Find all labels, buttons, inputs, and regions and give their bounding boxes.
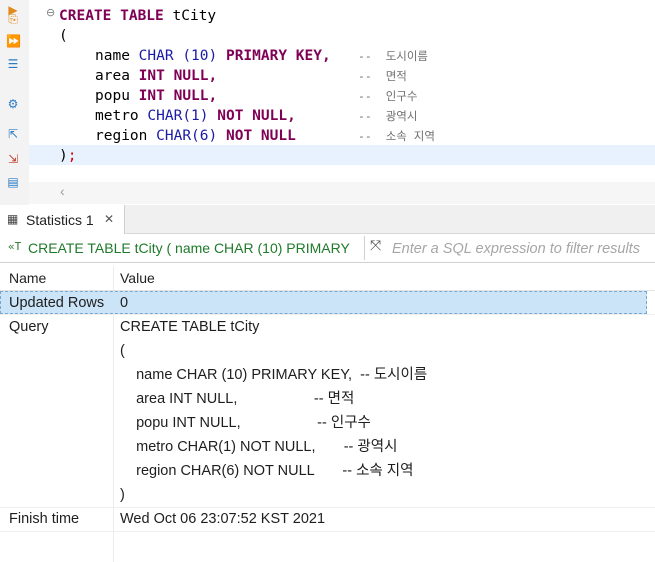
code-comment: -- 도시이름 xyxy=(358,49,429,63)
keyword: CREATE TABLE xyxy=(59,8,164,24)
header-value[interactable]: Value xyxy=(120,266,155,290)
cell-name-query[interactable]: Query xyxy=(9,317,49,337)
cell-value-finish-time[interactable]: Wed Oct 06 23:07:52 KST 2021 xyxy=(120,509,325,529)
column-constraint: NULL, xyxy=(173,68,218,84)
cell-name-finish-time[interactable]: Finish time xyxy=(9,509,79,529)
column-type: CHAR xyxy=(147,108,183,124)
cell-name-updated-rows[interactable]: Updated Rows xyxy=(9,293,104,313)
divider xyxy=(0,531,655,532)
format-icon[interactable]: ▤ xyxy=(6,175,20,189)
column-constraint: NOT NULL, xyxy=(217,108,296,124)
query-line: ( xyxy=(120,343,125,359)
header-name[interactable]: Name xyxy=(9,266,46,290)
code-comment: -- 인구수 xyxy=(358,89,418,103)
close-icon[interactable]: ✕ xyxy=(104,212,114,226)
column-constraint: NULL, xyxy=(173,88,218,104)
query-line: CREATE TABLE tCity xyxy=(120,319,260,335)
settings-icon[interactable]: ⚙ xyxy=(6,97,20,111)
query-line: metro CHAR(1) NOT NULL, -- 광역시 xyxy=(120,439,398,455)
query-line: area INT NULL, -- 면적 xyxy=(120,391,355,407)
query-line: popu INT NULL, -- 인구수 xyxy=(120,415,371,431)
explain-icon[interactable]: ☰ xyxy=(6,57,20,71)
import-icon[interactable]: ⇲ xyxy=(6,152,20,166)
column-type: CHAR xyxy=(156,128,192,144)
query-line: region CHAR(6) NOT NULL -- 소속 지역 xyxy=(120,463,414,479)
statistics-icon: ▦ xyxy=(7,212,19,226)
type-arg: (1) xyxy=(182,108,209,124)
code-line-open-paren: ( xyxy=(59,28,68,44)
tab-label: Statistics 1 xyxy=(26,212,94,228)
filter-query-text[interactable]: CREATE TABLE tCity ( name CHAR (10) PRIM… xyxy=(28,240,350,256)
column-constraint: NOT NULL xyxy=(225,128,296,144)
column-constraint: PRIMARY KEY, xyxy=(225,48,331,64)
column-name: area xyxy=(95,68,130,84)
code-line-popu: popu INT NULL, xyxy=(95,86,217,106)
column-name: name xyxy=(95,48,130,64)
editor-toolbar: ▶ ⎘ ⏩ ☰ ⚙ ⇱ ⇲ ▤ xyxy=(0,0,29,205)
code-line-name: name CHAR (10) PRIMARY KEY, xyxy=(95,46,331,66)
divider xyxy=(364,236,365,260)
column-name: metro xyxy=(95,108,139,124)
divider xyxy=(0,507,655,508)
code-line-create: CREATE TABLE tCity xyxy=(59,6,216,26)
code-comment: -- 면적 xyxy=(358,69,407,83)
query-line: name CHAR (10) PRIMARY KEY, -- 도시이름 xyxy=(120,367,428,383)
run-script-icon[interactable]: ⏩ xyxy=(6,34,21,48)
code-comment: -- 광역시 xyxy=(358,109,418,123)
column-name: region xyxy=(95,128,148,144)
type-arg: (6) xyxy=(191,128,218,144)
semicolon: ; xyxy=(67,148,77,164)
sql-file-icon[interactable]: ⎘ xyxy=(6,12,20,26)
code-line-area: area INT NULL, xyxy=(95,66,217,86)
column-type: INT xyxy=(138,68,165,84)
column-type: INT xyxy=(138,88,165,104)
filter-input[interactable] xyxy=(392,238,655,260)
column-name: popu xyxy=(95,88,130,104)
code-line-metro: metro CHAR(1) NOT NULL, xyxy=(95,106,296,126)
code-comment: -- 소속 지역 xyxy=(358,129,435,143)
divider xyxy=(0,314,655,315)
current-line-highlight xyxy=(29,145,655,165)
query-icon: «T xyxy=(8,240,22,253)
cell-value-updated-rows[interactable]: 0 xyxy=(120,293,128,313)
column-type: CHAR xyxy=(138,48,174,64)
code-line-close: ); xyxy=(59,146,76,166)
export-icon[interactable]: ⇱ xyxy=(6,127,20,141)
editor-horizontal-scrollbar[interactable] xyxy=(29,182,655,204)
fold-toggle-icon[interactable]: ⊖ xyxy=(46,6,55,19)
code-line-region: region CHAR(6) NOT NULL xyxy=(95,126,296,146)
query-line: ) xyxy=(120,487,125,503)
close-paren: ) xyxy=(59,148,68,164)
table-name: tCity xyxy=(172,8,217,24)
expand-icon[interactable]: ⤧ xyxy=(370,238,381,254)
type-arg: (10) xyxy=(182,48,218,64)
scroll-left-icon[interactable]: ‹ xyxy=(60,183,65,199)
